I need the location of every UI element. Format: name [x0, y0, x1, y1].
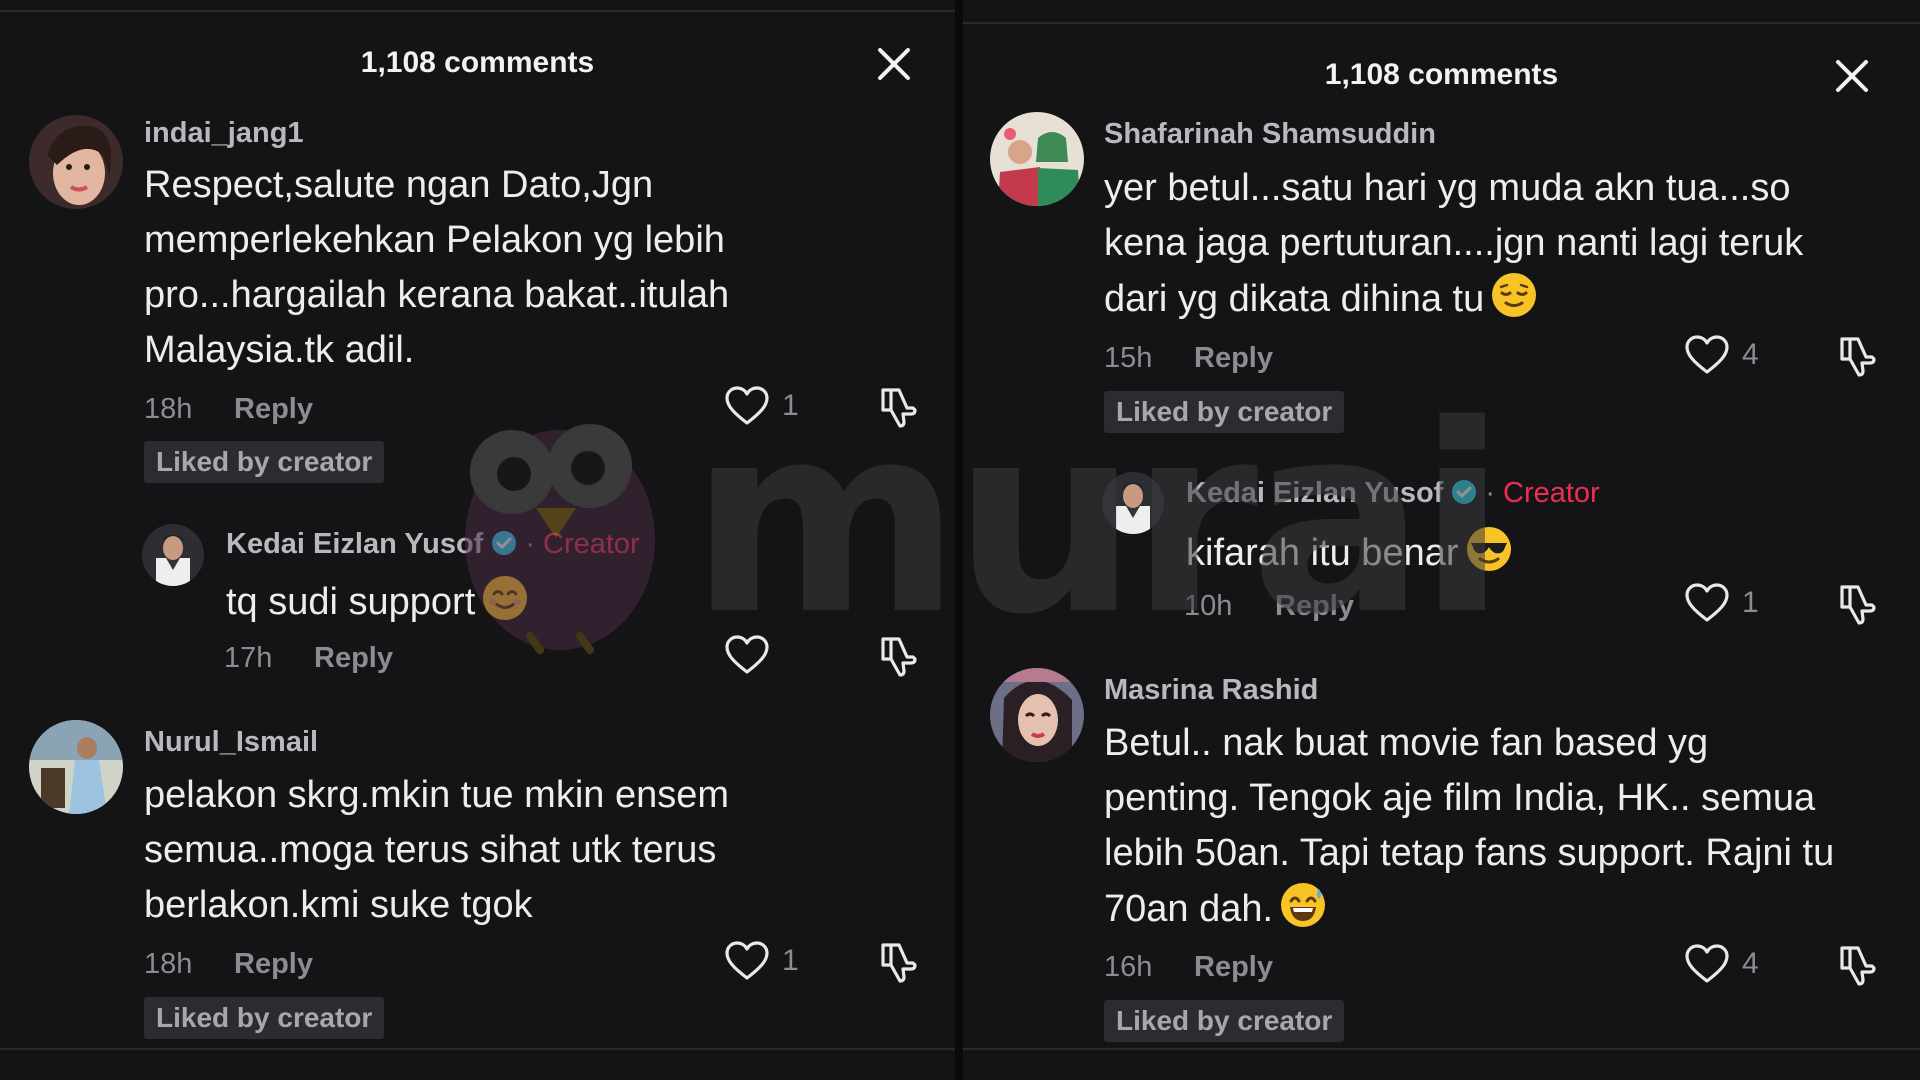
verified-badge-icon	[1452, 480, 1477, 504]
like-button[interactable]: 4	[1684, 334, 1759, 376]
like-count: 4	[1742, 338, 1759, 371]
like-button[interactable]: 1	[724, 940, 799, 982]
dislike-icon[interactable]	[1836, 581, 1880, 625]
comment-text: Betul.. nak buat movie fan based yg pent…	[1104, 722, 1835, 930]
reply-button[interactable]: Reply	[234, 393, 313, 426]
like-count: 1	[1742, 586, 1759, 619]
comment-timestamp: 17h	[224, 642, 273, 674]
liked-by-creator-badge: Liked by creator	[1104, 1000, 1345, 1042]
avatar[interactable]	[1102, 472, 1164, 534]
heart-icon	[1685, 335, 1729, 374]
smiling-face-emoji	[483, 576, 528, 620]
like-button[interactable]: 1	[1684, 582, 1759, 624]
relieved-face-emoji	[1492, 273, 1537, 317]
comment-username[interactable]: Nurul_Ismail	[144, 726, 318, 759]
avatar[interactable]	[142, 524, 204, 586]
liked-by-creator-badge: Liked by creator	[1104, 391, 1345, 433]
dislike-icon[interactable]	[877, 633, 921, 677]
creator-label: Creator	[543, 528, 640, 560]
grinning-sweat-emoji	[1281, 883, 1326, 927]
comments-count-title: 1,108 comments	[1324, 58, 1559, 91]
like-count: 4	[1742, 947, 1759, 980]
top-divider	[0, 10, 955, 12]
comment-timestamp: 15h	[1104, 342, 1153, 374]
heart-icon	[1685, 944, 1729, 983]
reply-button[interactable]: Reply	[1275, 590, 1354, 623]
comment-text: pelakon skrg.mkin tue mkin ensem semua..…	[144, 774, 730, 926]
comment-text: yer betul...satu hari yg muda akn tua...…	[1104, 167, 1804, 320]
like-button[interactable]	[724, 634, 782, 676]
comment-timestamp: 18h	[144, 393, 193, 425]
liked-by-creator-badge: Liked by creator	[144, 997, 385, 1039]
comment-username[interactable]: Masrina Rashid	[1104, 674, 1318, 707]
comments-panel-left: 1,108 comments indai_jang1 Respect,salut…	[0, 0, 955, 1080]
avatar[interactable]	[29, 720, 123, 814]
comment-text: tq sudi support	[226, 574, 529, 630]
close-icon[interactable]	[874, 44, 914, 84]
sunglasses-face-emoji	[1466, 527, 1511, 571]
like-button[interactable]: 4	[1684, 943, 1759, 985]
heart-icon	[1685, 583, 1729, 622]
comment-username[interactable]: indai_jang1	[144, 117, 304, 150]
dislike-icon[interactable]	[1836, 942, 1880, 986]
reply-button[interactable]: Reply	[1194, 342, 1273, 375]
comment-timestamp: 10h	[1184, 590, 1233, 622]
verified-badge-icon	[492, 531, 517, 555]
like-count: 1	[782, 944, 799, 977]
heart-icon	[725, 386, 769, 425]
bottom-divider	[963, 1048, 1920, 1050]
dislike-icon[interactable]	[877, 384, 921, 428]
comments-count-title: 1,108 comments	[360, 46, 595, 79]
comment-username[interactable]: Kedai Eizlan Yusof · Creator	[226, 528, 640, 561]
top-divider	[963, 22, 1920, 24]
comments-panel-right: 1,108 comments Shafarinah Shamsuddin yer…	[963, 0, 1920, 1080]
like-count: 1	[782, 389, 799, 422]
comment-timestamp: 18h	[144, 948, 193, 980]
avatar[interactable]	[990, 668, 1084, 762]
dislike-icon[interactable]	[1836, 333, 1880, 377]
close-icon[interactable]	[1832, 56, 1872, 96]
heart-icon	[725, 941, 769, 980]
bottom-divider	[0, 1048, 955, 1050]
like-button[interactable]: 1	[724, 385, 799, 427]
comment-username[interactable]: Shafarinah Shamsuddin	[1104, 118, 1436, 151]
comment-text: kifarah itu benar	[1186, 525, 1513, 581]
comment-username[interactable]: Kedai Eizlan Yusof · Creator	[1186, 477, 1600, 510]
reply-button[interactable]: Reply	[314, 642, 393, 675]
reply-button[interactable]: Reply	[234, 948, 313, 981]
comment-text: Respect,salute ngan Dato,Jgn memperlekeh…	[144, 164, 730, 371]
reply-button[interactable]: Reply	[1194, 951, 1273, 984]
liked-by-creator-badge: Liked by creator	[144, 441, 385, 483]
heart-icon	[725, 635, 769, 674]
avatar[interactable]	[29, 115, 123, 209]
comment-timestamp: 16h	[1104, 951, 1153, 983]
dislike-icon[interactable]	[877, 939, 921, 983]
creator-label: Creator	[1503, 477, 1600, 509]
avatar[interactable]	[990, 112, 1084, 206]
